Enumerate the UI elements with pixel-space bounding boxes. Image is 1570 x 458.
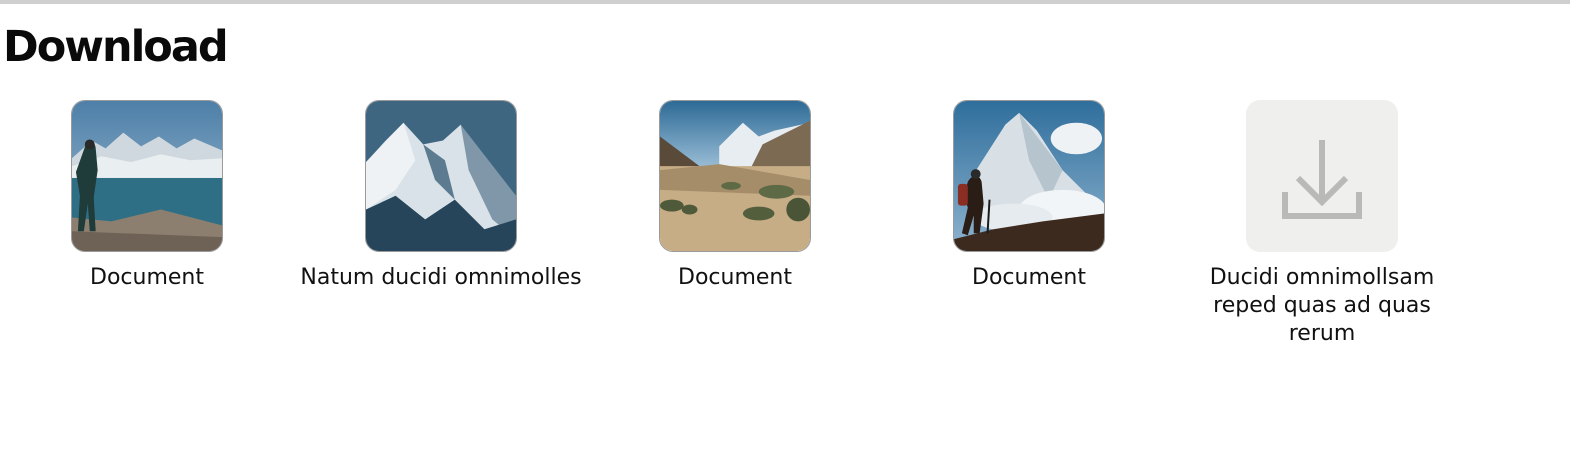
- download-icon[interactable]: [1246, 100, 1398, 252]
- download-item[interactable]: Document: [879, 100, 1179, 292]
- mountain-peaks-thumbnail[interactable]: [365, 100, 517, 252]
- hiker-lake-thumbnail[interactable]: [71, 100, 223, 252]
- hiker-ridge-thumbnail[interactable]: [953, 100, 1105, 252]
- download-item[interactable]: Document: [0, 100, 297, 292]
- download-item-label: Ducidi omnimollsam reped quas ad quas re…: [1209, 265, 1435, 346]
- download-item-label: Document: [90, 265, 204, 290]
- download-item-label: Natum ducidi omnimolles: [300, 265, 582, 290]
- download-item[interactable]: Document: [585, 100, 885, 292]
- valley-plain-thumbnail[interactable]: [659, 100, 811, 252]
- download-item[interactable]: Ducidi omnimollsam reped quas ad quas re…: [1172, 100, 1472, 348]
- download-item-label: Document: [678, 265, 792, 290]
- download-item-label: Document: [972, 265, 1086, 290]
- download-item[interactable]: Natum ducidi omnimolles: [291, 100, 591, 292]
- download-grid: Document Natum ducidi omnimolles Documen…: [0, 0, 1570, 458]
